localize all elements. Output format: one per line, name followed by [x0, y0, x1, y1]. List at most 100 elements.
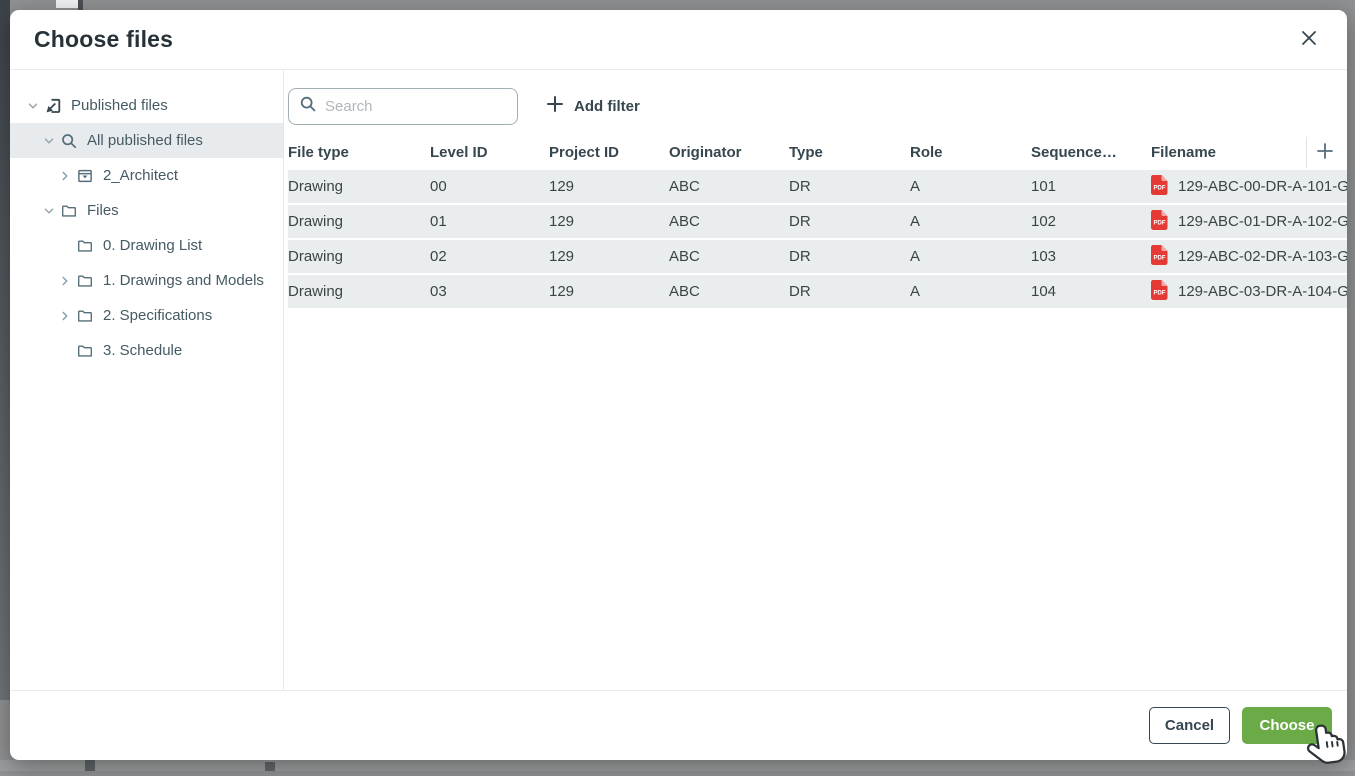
files-table: File typeLevel IDProject IDOriginatorTyp… [288, 135, 1347, 308]
cell-level-id: 00 [430, 178, 549, 195]
chevron-right-icon[interactable] [56, 168, 73, 184]
table-row[interactable]: Drawing03129ABCDRA104PDF129-ABC-03-DR-A-… [288, 275, 1347, 308]
chevron-down-icon[interactable] [40, 133, 57, 149]
cancel-button[interactable]: Cancel [1149, 707, 1230, 744]
tree-item-all-published-files[interactable]: All published files [10, 123, 283, 158]
chevron-down-icon[interactable] [24, 98, 41, 114]
column-header-sequence-[interactable]: Sequence… [1031, 144, 1151, 161]
table-header-row: File typeLevel IDProject IDOriginatorTyp… [288, 135, 1347, 170]
cell-filename: PDF 129-ABC-00-DR-A-101-GA [1151, 175, 1347, 199]
search-box[interactable] [288, 88, 518, 125]
search-icon [59, 131, 79, 151]
column-header-level-id[interactable]: Level ID [430, 144, 549, 161]
cell-filename: PDF 129-ABC-02-DR-A-103-GA [1151, 245, 1347, 269]
pdf-icon: PDF [1151, 245, 1168, 269]
column-header-project-id[interactable]: Project ID [549, 144, 669, 161]
folder-icon [75, 236, 95, 256]
close-icon [1299, 28, 1319, 53]
folder-icon [59, 201, 79, 221]
svg-text:PDF: PDF [1154, 220, 1166, 226]
cell-originator: ABC [669, 283, 789, 300]
cell-sequence: 104 [1031, 283, 1151, 300]
tree-item-2-specifications[interactable]: 2. Specifications [10, 298, 283, 333]
underlying-page-scrollbar [0, 760, 1355, 771]
table-row[interactable]: Drawing02129ABCDRA103PDF129-ABC-02-DR-A-… [288, 240, 1347, 273]
dialog-title: Choose files [34, 26, 173, 53]
tree-item-label: 3. Schedule [103, 342, 182, 359]
tree-item-1-drawings-and-models[interactable]: 1. Drawings and Models [10, 263, 283, 298]
underlying-page-scrollbar-thumb [85, 760, 95, 771]
tree-item-label: 2_Architect [103, 167, 178, 184]
filename-text: 129-ABC-02-DR-A-103-GA [1178, 248, 1347, 265]
cell-originator: ABC [669, 248, 789, 265]
cell-originator: ABC [669, 213, 789, 230]
file-list-panel: Add filter File typeLevel IDProject IDOr… [284, 70, 1347, 690]
folder-tree: Published files All published files 2_Arch… [10, 70, 284, 690]
underlying-page-fragment [78, 0, 83, 10]
close-button[interactable] [1297, 28, 1321, 52]
expander-spacer [56, 343, 73, 359]
cell-level-id: 01 [430, 213, 549, 230]
cell-file-type: Drawing [288, 213, 430, 230]
cell-file-type: Drawing [288, 283, 430, 300]
svg-text:PDF: PDF [1154, 255, 1166, 261]
column-header-type[interactable]: Type [789, 144, 910, 161]
column-header-role[interactable]: Role [910, 144, 1031, 161]
dialog-footer: Cancel Choose [10, 690, 1347, 760]
cell-sequence: 102 [1031, 213, 1151, 230]
add-column-button[interactable] [1315, 143, 1335, 163]
table-row[interactable]: Drawing01129ABCDRA102PDF129-ABC-01-DR-A-… [288, 205, 1347, 238]
plus-icon [546, 95, 564, 118]
tree-item-3-schedule[interactable]: 3. Schedule [10, 333, 283, 368]
tree-item-files[interactable]: Files [10, 193, 283, 228]
pdf-icon: PDF [1151, 280, 1168, 304]
underlying-page-sidebar [0, 0, 10, 700]
underlying-page-fragment [56, 0, 78, 8]
choose-files-dialog: Choose files Published files All publishe… [10, 10, 1347, 760]
column-header-originator[interactable]: Originator [669, 144, 789, 161]
publish-icon [43, 96, 63, 116]
tree-item-label: Files [87, 202, 119, 219]
cell-project-id: 129 [549, 248, 669, 265]
search-icon [299, 95, 317, 118]
choose-button[interactable]: Choose [1242, 707, 1332, 744]
cell-level-id: 02 [430, 248, 549, 265]
underlying-page-scrollbar-thumb [265, 762, 275, 771]
filename-text: 129-ABC-00-DR-A-101-GA [1178, 178, 1347, 195]
folder-icon [75, 341, 95, 361]
tree-item-label: Published files [71, 97, 168, 114]
cell-originator: ABC [669, 178, 789, 195]
cell-filename: PDF 129-ABC-01-DR-A-102-GA [1151, 210, 1347, 234]
chevron-right-icon[interactable] [56, 273, 73, 289]
project-folder-icon [75, 166, 95, 186]
cell-type: DR [789, 178, 910, 195]
table-body: Drawing00129ABCDRA101PDF129-ABC-00-DR-A-… [288, 170, 1347, 308]
cell-project-id: 129 [549, 178, 669, 195]
cell-type: DR [789, 213, 910, 230]
folder-icon [75, 306, 95, 326]
svg-text:PDF: PDF [1154, 185, 1166, 191]
expander-spacer [56, 238, 73, 254]
cell-sequence: 103 [1031, 248, 1151, 265]
cell-project-id: 129 [549, 283, 669, 300]
filename-text: 129-ABC-03-DR-A-104-GA [1178, 283, 1347, 300]
chevron-down-icon[interactable] [40, 203, 57, 219]
cell-sequence: 101 [1031, 178, 1151, 195]
tree-item-published-files[interactable]: Published files [10, 88, 283, 123]
tree-item-label: 2. Specifications [103, 307, 212, 324]
cell-level-id: 03 [430, 283, 549, 300]
tree-item-0-drawing-list[interactable]: 0. Drawing List [10, 228, 283, 263]
cell-filename: PDF 129-ABC-03-DR-A-104-GA [1151, 280, 1347, 304]
filename-text: 129-ABC-01-DR-A-102-GA [1178, 213, 1347, 230]
toolbar: Add filter [288, 88, 1347, 125]
column-header-file-type[interactable]: File type [288, 144, 430, 161]
plus-icon [1316, 142, 1334, 165]
table-row[interactable]: Drawing00129ABCDRA101PDF129-ABC-00-DR-A-… [288, 170, 1347, 203]
dialog-header: Choose files [10, 10, 1347, 70]
tree-item-2-architect[interactable]: 2_Architect [10, 158, 283, 193]
chevron-right-icon[interactable] [56, 308, 73, 324]
search-input[interactable] [325, 98, 507, 115]
add-filter-button[interactable]: Add filter [546, 95, 640, 118]
cell-project-id: 129 [549, 213, 669, 230]
column-divider [1306, 137, 1307, 168]
